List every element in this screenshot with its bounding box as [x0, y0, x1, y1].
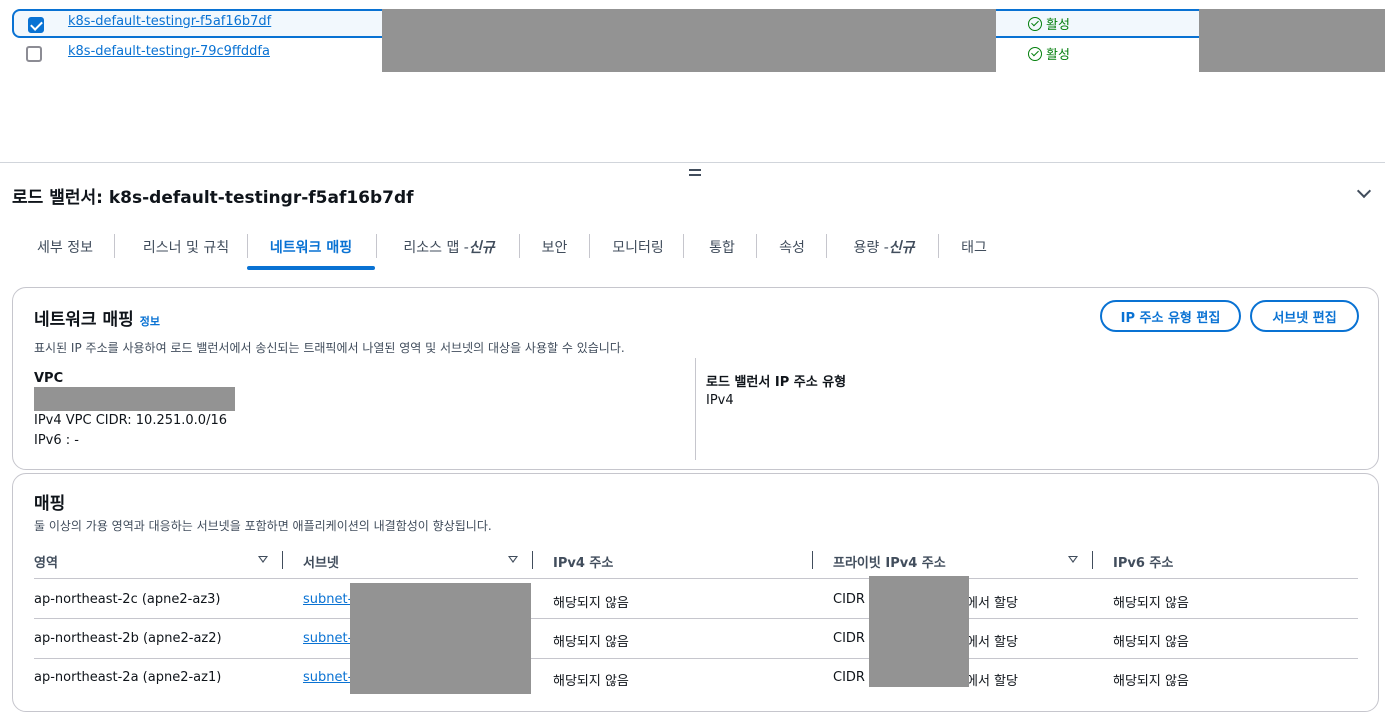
sort-icon[interactable] [508, 556, 518, 563]
mapping-description: 둘 이상의 가용 영역과 대응하는 서브넷을 포함하면 애플리케이션의 내결함성… [34, 519, 492, 533]
subnet-link[interactable]: subnet- [303, 592, 352, 607]
edit-ip-type-button[interactable]: IP 주소 유형 편집 [1100, 300, 1241, 332]
ipv6-cell: 해당되지 않음 [1113, 674, 1189, 689]
column-header-ipv4: IPv4 주소 [553, 556, 614, 571]
vpc-ipv6: IPv6 : - [34, 433, 79, 448]
load-balancer-link[interactable]: k8s-default-testingr-79c9ffddfa [68, 44, 270, 59]
check-circle-icon [1028, 16, 1042, 31]
tab-capacity[interactable]: 용량 - 신규 [834, 226, 934, 268]
tab-separator [938, 234, 939, 258]
row-checkbox[interactable] [28, 17, 44, 33]
column-separator [532, 551, 533, 569]
tab-resource-map[interactable]: 리소스 맵 - 신규 [384, 226, 514, 268]
status-badge: 활성 [1028, 44, 1070, 63]
tab-listeners[interactable]: 리스너 및 규칙 [122, 226, 250, 268]
network-mapping-panel: 네트워크 매핑 정보 표시된 IP 주소를 사용하여 로드 밸런서에서 송신되는 … [12, 287, 1379, 470]
load-balancer-link[interactable]: k8s-default-testingr-f5af16b7df [68, 14, 271, 29]
ip-type-value: IPv4 [706, 393, 734, 408]
column-header-subnet[interactable]: 서브넷 [303, 552, 339, 571]
zone-cell: ap-northeast-2c (apne2-az3) [34, 592, 221, 607]
sort-icon[interactable] [258, 556, 268, 563]
tab-integrations[interactable]: 통합 [691, 226, 753, 268]
tab-separator [519, 234, 520, 258]
panel-description: 표시된 IP 주소를 사용하여 로드 밸런서에서 송신되는 트래픽에서 나열된 … [34, 341, 625, 355]
column-divider [695, 358, 696, 460]
detail-title: 로드 밸런서: k8s-default-testingr-f5af16b7df [12, 188, 414, 208]
subnet-link[interactable]: subnet- [303, 631, 352, 646]
ipv4-cell: 해당되지 않음 [553, 596, 629, 611]
chevron-down-icon[interactable] [1357, 185, 1371, 199]
redacted-area [382, 9, 996, 72]
status-text: 활성 [1046, 48, 1070, 63]
tab-separator [589, 234, 590, 258]
vpc-cidr: IPv4 VPC CIDR: 10.251.0.0/16 [34, 413, 227, 428]
row-checkbox[interactable] [26, 46, 42, 62]
mapping-panel: 매핑 둘 이상의 가용 영역과 대응하는 서브넷을 포함하면 애플리케이션의 내… [12, 473, 1379, 712]
mapping-title: 매핑 [34, 494, 66, 514]
status-badge: 활성 [1028, 14, 1070, 33]
tab-separator [114, 234, 115, 258]
column-header-ipv6: IPv6 주소 [1113, 556, 1174, 571]
ipv4-cell: 해당되지 않음 [553, 674, 629, 689]
zone-cell: ap-northeast-2b (apne2-az2) [34, 631, 222, 646]
edit-subnet-button[interactable]: 서브넷 편집 [1250, 300, 1359, 332]
tab-separator [683, 234, 684, 258]
private-ipv4-suffix: 에서 할당 [966, 596, 1018, 611]
panel-title: 네트워크 매핑 정보 [34, 310, 161, 330]
table-divider [34, 578, 1358, 579]
ipv4-cell: 해당되지 않음 [553, 635, 629, 650]
redacted-subnet-ids [350, 583, 531, 694]
tab-network-mapping[interactable]: 네트워크 매핑 [247, 226, 375, 270]
subnet-link[interactable]: subnet- [303, 670, 352, 685]
private-ipv4-prefix: CIDR [833, 592, 865, 607]
tab-security[interactable]: 보안 [527, 226, 582, 268]
split-divider [0, 162, 1385, 163]
ipv6-cell: 해당되지 않음 [1113, 635, 1189, 650]
column-header-zone[interactable]: 영역 [34, 552, 58, 571]
tab-details[interactable]: 세부 정보 [20, 226, 110, 268]
zone-cell: ap-northeast-2a (apne2-az1) [34, 670, 222, 685]
private-ipv4-prefix: CIDR [833, 631, 865, 646]
tab-bar: 세부 정보 리스너 및 규칙 네트워크 매핑 리소스 맵 - 신규 보안 모니터… [12, 226, 1385, 270]
tab-monitoring[interactable]: 모니터링 [597, 226, 679, 268]
vpc-label: VPC [34, 371, 64, 386]
column-separator [282, 551, 283, 569]
private-ipv4-suffix: 에서 할당 [966, 674, 1018, 689]
column-header-private-ipv4[interactable]: 프라이빗 IPv4 주소 [833, 552, 946, 571]
tab-tags[interactable]: 태그 [946, 226, 1002, 268]
redacted-cidr-values [869, 576, 969, 687]
private-ipv4-prefix: CIDR [833, 670, 865, 685]
tab-attributes[interactable]: 속성 [764, 226, 820, 268]
tab-separator [376, 234, 377, 258]
check-circle-icon [1028, 46, 1042, 61]
sort-icon[interactable] [1068, 556, 1078, 563]
table-divider [34, 658, 1358, 659]
info-link[interactable]: 정보 [140, 315, 160, 328]
private-ipv4-suffix: 에서 할당 [966, 635, 1018, 650]
tab-separator [756, 234, 757, 258]
redacted-area [1199, 9, 1385, 72]
ip-type-label: 로드 밸런서 IP 주소 유형 [706, 375, 847, 390]
status-text: 활성 [1046, 18, 1070, 33]
drag-handle-icon[interactable] [689, 168, 703, 176]
column-separator [1092, 551, 1093, 569]
tab-separator [826, 234, 827, 258]
table-divider [34, 618, 1358, 619]
column-separator [812, 551, 813, 569]
redacted-vpc-id [34, 387, 235, 411]
ipv6-cell: 해당되지 않음 [1113, 596, 1189, 611]
